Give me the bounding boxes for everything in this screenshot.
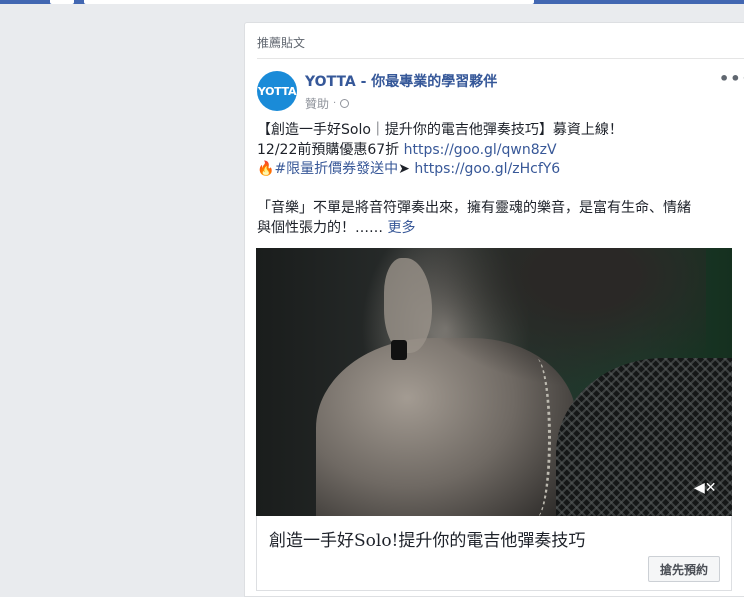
top-navigation-bar (0, 0, 744, 4)
video-frame-earring (391, 340, 407, 360)
post-text-line: 【創造一手好Solo｜提升你的電吉他彈奏技巧】募資上線！ (257, 122, 623, 138)
mute-icon[interactable]: ◀✕ (694, 480, 717, 498)
call-to-action-panel[interactable]: 創造一手好Solo!提升你的電吉他彈奏技巧 搶先預約 (256, 516, 732, 591)
post-text-line: 「音樂」不單是將音符彈奏出來，擁有靈魂的樂音，是富有生命、情緒 (257, 200, 691, 216)
post-text: 【創造一手好Solo｜提升你的電吉他彈奏技巧】募資上線！ 12/22前預購優惠6… (257, 121, 737, 238)
arrow-icon: ➤ (398, 161, 415, 177)
sponsored-label[interactable]: 贊助 (305, 95, 329, 112)
post-link-2[interactable]: https://goo.gl/zHcfY6 (414, 161, 560, 177)
meta-separator: · (333, 98, 337, 109)
more-options-icon[interactable]: ••• (719, 69, 744, 88)
video-player[interactable]: ◀✕ (256, 248, 732, 516)
fire-icon: 🔥 (257, 161, 275, 177)
search-input[interactable] (84, 0, 534, 4)
globe-icon (340, 99, 350, 108)
page-name-link[interactable]: YOTTA - 你最專業的學習夥伴 (305, 71, 497, 91)
post-text-line: 與個性張力的！…… 更多 (257, 219, 416, 236)
post-link-1[interactable]: https://goo.gl/qwn8zV (404, 142, 557, 158)
cta-title[interactable]: 創造一手好Solo!提升你的電吉他彈奏技巧 (269, 526, 585, 551)
see-more-link[interactable]: 更多 (387, 220, 415, 236)
page-avatar[interactable]: YOTTA (257, 71, 297, 111)
post-text-line: 🔥#限量折價券發送中➤ https://goo.gl/zHcfY6 (257, 160, 737, 180)
post-text-line: 12/22前預購優惠67折 https://goo.gl/qwn8zV (257, 141, 557, 158)
hashtag-link[interactable]: #限量折價券發送中 (274, 161, 398, 177)
video-frame-chain (521, 358, 551, 516)
section-header: 推薦貼文 (257, 23, 744, 59)
facebook-logo-icon[interactable] (50, 0, 74, 4)
pre-order-button[interactable]: 搶先預約 (648, 556, 720, 582)
post-meta: 贊助 · (305, 95, 350, 112)
